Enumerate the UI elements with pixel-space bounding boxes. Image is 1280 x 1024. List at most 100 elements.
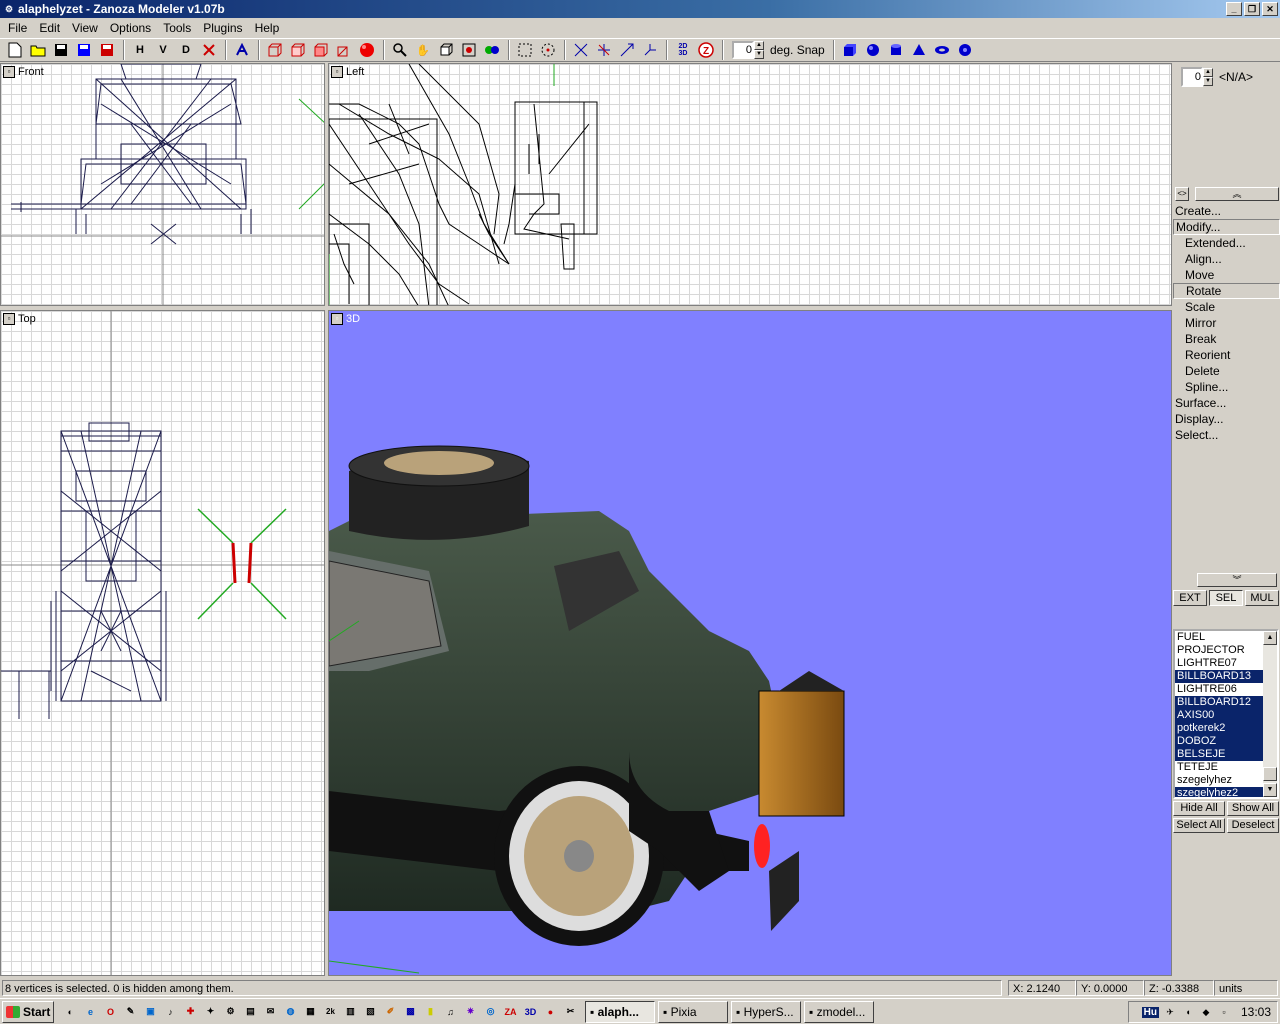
- tools-icon[interactable]: ✂: [562, 1003, 579, 1020]
- ie-icon[interactable]: e: [82, 1003, 99, 1020]
- save-as-icon[interactable]: [73, 39, 95, 61]
- tree-icon[interactable]: [231, 39, 253, 61]
- disc-primitive-icon[interactable]: [954, 39, 976, 61]
- za-icon[interactable]: ZA: [502, 1003, 519, 1020]
- paint-icon[interactable]: ✚: [182, 1003, 199, 1020]
- box-solid-icon[interactable]: [287, 39, 309, 61]
- object-list-item[interactable]: LIGHTRE06: [1175, 683, 1263, 696]
- tab-mul[interactable]: MUL: [1245, 590, 1279, 606]
- viewport-menu-icon[interactable]: ▫: [331, 313, 343, 325]
- explorer-icon[interactable]: ▣: [142, 1003, 159, 1020]
- object-list-item[interactable]: BILLBOARD13: [1175, 670, 1263, 683]
- viewport-menu-icon[interactable]: ▫: [3, 313, 15, 325]
- printer-icon[interactable]: ▤: [242, 1003, 259, 1020]
- scissors-icon[interactable]: [198, 39, 220, 61]
- gear-icon[interactable]: ⚙: [222, 1003, 239, 1020]
- open-icon[interactable]: [27, 39, 49, 61]
- note-icon[interactable]: ♫: [442, 1003, 459, 1020]
- network-icon[interactable]: ✈: [1163, 1005, 1177, 1019]
- save-icon[interactable]: ▩: [402, 1003, 419, 1020]
- save-icon[interactable]: [50, 39, 72, 61]
- paint2-icon[interactable]: ✐: [382, 1003, 399, 1020]
- restore-button[interactable]: ❐: [1244, 2, 1260, 16]
- zoom-icon[interactable]: [389, 39, 411, 61]
- deselect-button[interactable]: Deselect: [1227, 818, 1279, 833]
- move-icon[interactable]: [593, 39, 615, 61]
- scroll-down-arrow-icon[interactable]: ▼: [1263, 783, 1277, 797]
- object-list-item[interactable]: BILLBOARD12: [1175, 696, 1263, 709]
- command-modify[interactable]: Modify...: [1173, 219, 1280, 235]
- box-front-icon[interactable]: [310, 39, 332, 61]
- axis-icon[interactable]: [639, 39, 661, 61]
- cone-primitive-icon[interactable]: [908, 39, 930, 61]
- command-align[interactable]: Align...: [1173, 251, 1280, 267]
- scroll-thumb[interactable]: [1263, 767, 1277, 781]
- torus-primitive-icon[interactable]: [931, 39, 953, 61]
- revert-icon[interactable]: [96, 39, 118, 61]
- calc-icon[interactable]: ▥: [342, 1003, 359, 1020]
- panel-spin-input[interactable]: [1181, 67, 1203, 87]
- spin-down-icon[interactable]: ▼: [754, 50, 764, 59]
- viewport-left[interactable]: ▫ Left: [328, 63, 1172, 306]
- object-list-item[interactable]: PROJECTOR: [1175, 644, 1263, 657]
- tab-ext[interactable]: EXT: [1173, 590, 1207, 606]
- command-scale[interactable]: Scale: [1173, 299, 1280, 315]
- globe-icon[interactable]: ◍: [282, 1003, 299, 1020]
- scroll-up-arrow-icon[interactable]: ▲: [1263, 631, 1277, 645]
- tab-sel[interactable]: SEL: [1209, 590, 1243, 606]
- object-list[interactable]: FUEL PROJECTOR LIGHTRE07 BILLBOARD13 LIGHTRE…: [1173, 629, 1279, 799]
- minimize-button[interactable]: _: [1226, 2, 1242, 16]
- command-mirror[interactable]: Mirror: [1173, 315, 1280, 331]
- spin-down-icon[interactable]: ▼: [1203, 77, 1213, 86]
- region-icon[interactable]: [458, 39, 480, 61]
- command-spline[interactable]: Spline...: [1173, 379, 1280, 395]
- editor-icon[interactable]: ✎: [122, 1003, 139, 1020]
- command-move[interactable]: Move: [1173, 267, 1280, 283]
- command-display[interactable]: Display...: [1173, 411, 1280, 427]
- scroll-up-icon[interactable]: ︽: [1195, 187, 1279, 201]
- command-extended[interactable]: Extended...: [1173, 235, 1280, 251]
- menu-plugins[interactable]: Plugins: [197, 19, 248, 37]
- object-list-item[interactable]: szegelyhez2: [1175, 787, 1263, 797]
- vertex-icon[interactable]: [570, 39, 592, 61]
- select-all-button[interactable]: Select All: [1173, 818, 1225, 833]
- desktop-icon[interactable]: ◐: [62, 1003, 79, 1020]
- viewport-menu-icon[interactable]: ▫: [331, 66, 343, 78]
- star2-icon[interactable]: ✷: [462, 1003, 479, 1020]
- scroll-down-icon[interactable]: ︾: [1197, 573, 1277, 587]
- cube-icon[interactable]: [435, 39, 457, 61]
- object-list-item[interactable]: DOBOZ: [1175, 735, 1263, 748]
- disk-icon[interactable]: ▦: [302, 1003, 319, 1020]
- viewport-menu-icon[interactable]: ▫: [3, 66, 15, 78]
- task-button[interactable]: ▪ zmodel...: [804, 1000, 874, 1023]
- cd-icon[interactable]: ◎: [482, 1003, 499, 1020]
- circle-icon[interactable]: ●: [542, 1003, 559, 1020]
- object-list-item[interactable]: AXIS00: [1175, 709, 1263, 722]
- star-icon[interactable]: ✦: [202, 1003, 219, 1020]
- v-button[interactable]: V: [152, 39, 174, 61]
- box-cut-icon[interactable]: [333, 39, 355, 61]
- menu-edit[interactable]: Edit: [33, 19, 66, 37]
- task-button[interactable]: ▪ HyperS...: [731, 1000, 801, 1023]
- show-all-button[interactable]: Show All: [1227, 801, 1279, 816]
- select-rect-icon[interactable]: [514, 39, 536, 61]
- antivirus-icon[interactable]: ◆: [1199, 1005, 1213, 1019]
- group-icon[interactable]: [481, 39, 503, 61]
- sphere-primitive-icon[interactable]: [862, 39, 884, 61]
- snap-input[interactable]: [732, 41, 754, 59]
- new-icon[interactable]: [4, 39, 26, 61]
- close-button[interactable]: ✕: [1262, 2, 1278, 16]
- clock[interactable]: 13:03: [1241, 1005, 1271, 1019]
- object-list-item[interactable]: FUEL: [1175, 631, 1263, 644]
- d-button[interactable]: D: [175, 39, 197, 61]
- menu-options[interactable]: Options: [104, 19, 157, 37]
- menu-tools[interactable]: Tools: [157, 19, 197, 37]
- object-list-item[interactable]: TETEJE: [1175, 761, 1263, 774]
- 2k-icon[interactable]: 2k: [322, 1003, 339, 1020]
- spin-up-icon[interactable]: ▲: [754, 41, 764, 50]
- winamp-icon[interactable]: ♪: [162, 1003, 179, 1020]
- viewport-3d[interactable]: ▫ 3D: [328, 310, 1172, 976]
- h-button[interactable]: H: [129, 39, 151, 61]
- command-rotate[interactable]: Rotate: [1173, 283, 1280, 299]
- folder-icon[interactable]: ▮: [422, 1003, 439, 1020]
